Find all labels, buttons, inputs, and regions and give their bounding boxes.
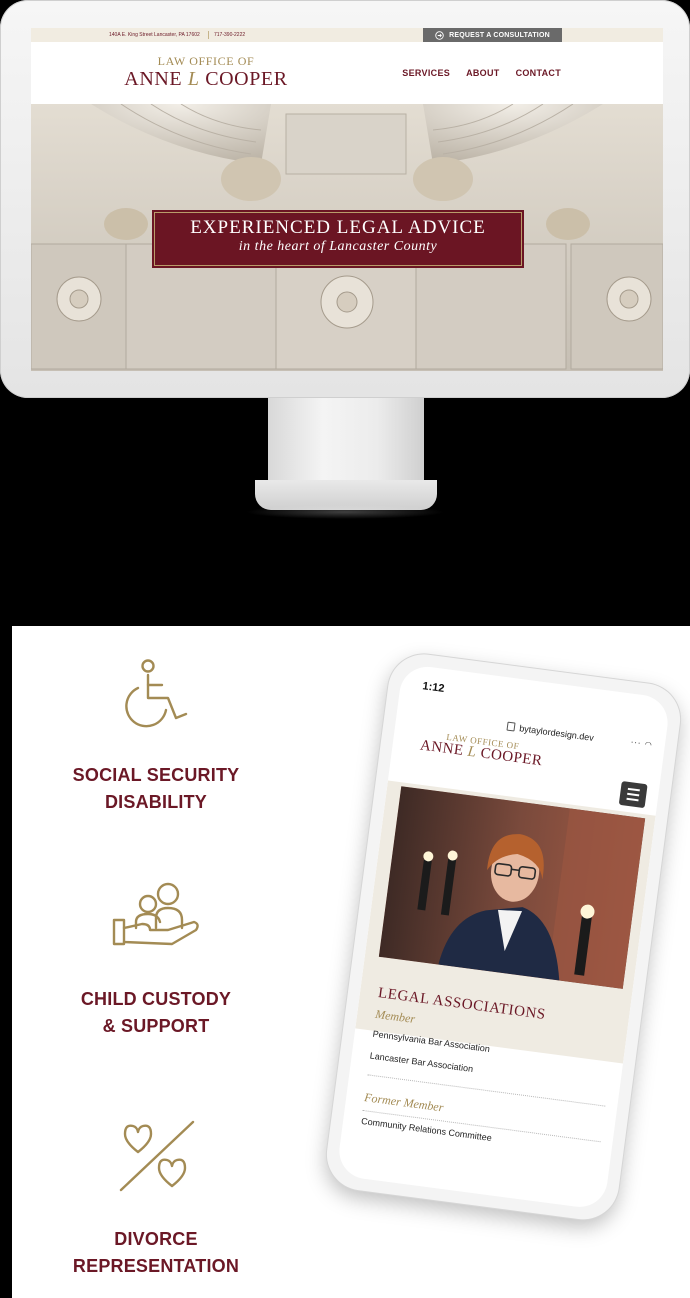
top-info-bar: 140A E. King Street Lancaster, PA 17602 … [31, 28, 663, 42]
clock: 1:12 [421, 680, 446, 695]
address-text: 140A E. King Street Lancaster, PA 17602 [109, 32, 200, 38]
nav-services[interactable]: SERVICES [402, 68, 450, 78]
attorney-portrait [378, 786, 646, 989]
service-child-custody[interactable]: CHILD CUSTODY & SUPPORT [12, 880, 300, 1040]
family-hand-icon [112, 882, 199, 946]
hero-title: EXPERIENCED LEGAL ADVICE [190, 217, 486, 238]
service-social-security[interactable]: SOCIAL SECURITY DISABILITY [12, 658, 300, 816]
desktop-website: 140A E. King Street Lancaster, PA 17602 … [31, 28, 663, 371]
list-item: Lancaster Bar Association [369, 1050, 474, 1074]
lock-icon [506, 721, 517, 732]
service-divorce[interactable]: DIVORCE REPRESENTATION [12, 1120, 300, 1280]
site-logo[interactable]: LAW OFFICE OF ANNE L COOPER [111, 54, 301, 91]
request-consultation-button[interactable]: REQUEST A CONSULTATION [423, 28, 562, 42]
menu-icon[interactable] [618, 780, 648, 809]
hero-banner: EXPERIENCED LEGAL ADVICE in the heart of… [152, 210, 524, 268]
nav-contact[interactable]: CONTACT [516, 68, 561, 78]
arrow-circle-icon [435, 30, 444, 40]
main-nav: SERVICES ABOUT CONTACT [402, 68, 561, 78]
signal-icon: ··· ◠ [630, 737, 654, 750]
phone-link[interactable]: 717-390-2222 [214, 32, 245, 38]
wheelchair-icon [125, 659, 188, 728]
header-nav: LAW OFFICE OF ANNE L COOPER SERVICES ABO… [31, 42, 663, 104]
monitor-stand [268, 398, 424, 493]
hero-section: EXPERIENCED LEGAL ADVICE in the heart of… [31, 104, 663, 371]
list-item: Community Relations Committee [360, 1115, 493, 1144]
nav-about[interactable]: ABOUT [466, 68, 500, 78]
hero-subtitle: in the heart of Lancaster County [238, 239, 438, 254]
split-hearts-icon [119, 1120, 195, 1192]
mobile-website: 1:12 bytaylordesign.dev ··· ◠ LAW OFFICE… [335, 663, 672, 1211]
